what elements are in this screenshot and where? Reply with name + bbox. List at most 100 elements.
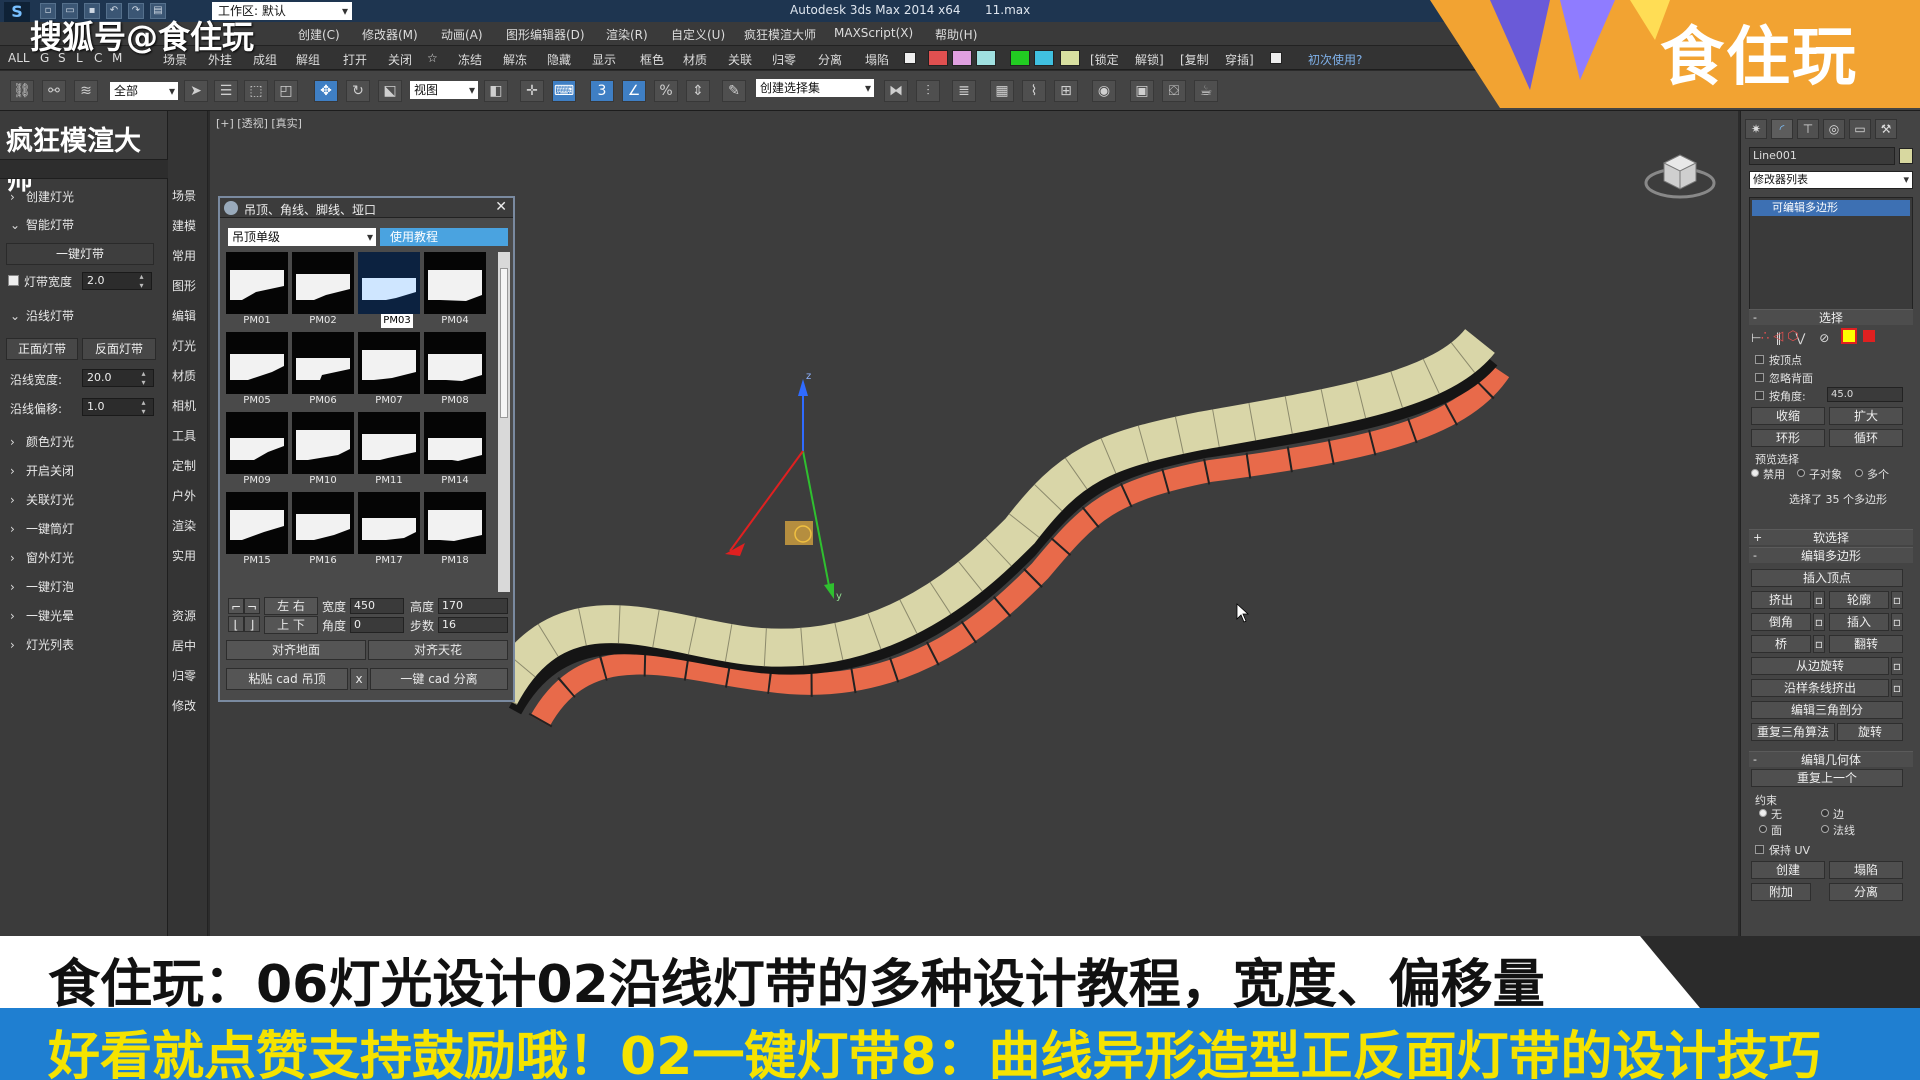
molding-profile-tile[interactable]: PM18 [424,492,486,568]
select-by-name-icon[interactable]: ☰ [214,80,238,102]
preview-multi-radio[interactable] [1855,469,1863,477]
corner-bl-icon[interactable]: ⌊ [228,616,244,632]
tb-copy[interactable]: [复制 [1180,51,1209,68]
percent-snap-icon[interactable]: % [654,80,678,102]
molding-profile-tile[interactable]: PM14 [424,412,486,488]
by-vertex-checkbox[interactable] [1755,355,1764,364]
color-swatch-5[interactable] [1034,50,1054,66]
menu-maxscript[interactable]: MAXScript(X) [834,26,913,40]
section-smart-strip[interactable]: ⌄ 智能灯带 [0,212,160,238]
tb-detach[interactable]: 分离 [818,51,842,68]
section-window-light[interactable]: › 窗外灯光 [0,545,160,571]
paste-cad-ceiling-button[interactable]: 粘贴 cad 吊顶 [226,668,348,690]
material-editor-icon[interactable]: ◉ [1092,80,1116,102]
profile-thumbnail[interactable] [226,252,288,314]
spinner-snap-icon[interactable]: ⇕ [686,80,710,102]
angle-spinner[interactable]: 0 [350,617,404,633]
category-shapes[interactable]: 图形 [172,277,196,294]
molding-profile-tile[interactable]: PM06 [292,332,354,408]
ignore-backface-checkbox[interactable] [1755,373,1764,382]
preview-disable-radio[interactable] [1751,469,1759,477]
width-spinner[interactable]: 450 [350,598,404,614]
profile-thumbnail[interactable] [226,492,288,554]
snap-toggle-icon[interactable]: 3 [590,80,614,102]
stack-item-editable-poly[interactable]: 可编辑多边形 [1752,200,1910,216]
bridge-button[interactable]: 桥 [1751,635,1811,653]
category-center[interactable]: 居中 [172,637,196,654]
polygon-level-icon[interactable] [1841,328,1857,344]
category-reset[interactable]: 归零 [172,667,196,684]
curve-editor-icon[interactable]: ⌇ [1022,80,1046,102]
category-modeling[interactable]: 建模 [172,217,196,234]
dialog-titlebar[interactable]: 吊顶、角线、脚线、垭口 ✕ [220,198,513,218]
tb-collapse[interactable]: 塌陷 [865,51,889,68]
molding-profile-tile[interactable]: PM04 [424,252,486,328]
profile-thumbnail[interactable] [292,492,354,554]
object-name-field[interactable]: Line001 [1749,147,1895,165]
keyboard-shortcut-icon[interactable]: ⌨ [552,80,576,102]
soft-selection-rollout-head[interactable]: + 软选择 [1749,529,1913,545]
outline-settings-icon[interactable]: ▫ [1891,591,1903,609]
tb-material[interactable]: 材质 [683,51,707,68]
extrude-settings-icon[interactable]: ▫ [1813,591,1825,609]
section-create-light[interactable]: › 创建灯光 [0,184,160,210]
menu-graph-editors[interactable]: 图形编辑器(D) [506,26,585,43]
molding-profile-tile[interactable]: PM11 [358,412,420,488]
first-use-link[interactable]: 初次使用? [1308,51,1362,68]
tb-star[interactable]: ☆ [427,51,438,65]
profile-thumbnail[interactable] [226,332,288,394]
category-material[interactable]: 材质 [172,367,196,384]
flip-button[interactable]: 翻转 [1829,635,1903,653]
preserve-uv-checkbox[interactable] [1755,845,1764,854]
profile-thumbnail[interactable] [358,252,420,314]
color-swatch-6[interactable] [1060,50,1080,66]
category-outdoor[interactable]: 户外 [172,487,196,504]
section-bulb[interactable]: › 一键灯泡 [0,574,160,600]
bevel-button[interactable]: 倒角 [1751,613,1811,631]
scrollbar-thumb[interactable] [500,268,508,418]
link-icon[interactable]: ⛓ [10,80,34,102]
angle-snap-icon[interactable]: ∠ [622,80,646,102]
color-swatch-1[interactable] [928,50,948,66]
turn-button[interactable]: 旋转 [1837,723,1903,741]
motion-tab-icon[interactable]: ◎ [1823,119,1845,139]
tb-ungroup[interactable]: 解组 [296,51,320,68]
tb-unfreeze[interactable]: 解冻 [503,51,527,68]
menu-create[interactable]: 创建(C) [298,26,340,43]
up-down-button[interactable]: 上 下 [264,616,318,634]
extrude-spline-settings-icon[interactable]: ▫ [1891,679,1903,697]
move-icon[interactable]: ✥ [314,80,338,102]
profile-thumbnail[interactable] [292,412,354,474]
category-edit[interactable]: 编辑 [172,307,196,324]
repeat-last-button[interactable]: 重复上一个 [1751,769,1903,787]
section-linked-light[interactable]: › 关联灯光 [0,487,160,513]
extrude-button[interactable]: 挤出 [1751,591,1811,609]
height-spinner[interactable]: 170 [438,598,508,614]
insert-vertex-button[interactable]: 插入顶点 [1751,569,1903,587]
back-strip-button[interactable]: 反面灯带 [82,338,156,360]
layer-manager-icon[interactable]: ≣ [952,80,976,102]
modifier-list-dropdown[interactable]: 修改器列表 [1749,171,1913,189]
tb-reset[interactable]: 归零 [772,51,796,68]
edit-named-sel-icon[interactable]: ✎ [722,80,746,102]
edit-triangulation-button[interactable]: 编辑三角剖分 [1751,701,1903,719]
color-swatch-white[interactable] [904,52,916,64]
rect-selection-icon[interactable]: ⬚ [244,80,268,102]
one-click-strip-button[interactable]: 一键灯带 [6,243,154,265]
category-utility[interactable]: 实用 [172,547,196,564]
corner-tr-icon[interactable]: ¬ [244,598,260,614]
menu-help[interactable]: 帮助(H) [935,26,977,43]
bevel-settings-icon[interactable]: ▫ [1813,613,1825,631]
molding-profile-tile[interactable]: PM15 [226,492,288,568]
color-swatch-2[interactable] [952,50,972,66]
corner-br-icon[interactable]: ⌋ [244,616,260,632]
tb-link[interactable]: 关联 [728,51,752,68]
color-swatch-4[interactable] [1010,50,1030,66]
separate-cad-button[interactable]: 一键 cad 分离 [370,668,508,690]
profile-thumbnail[interactable] [292,332,354,394]
create-tab-icon[interactable]: ✷ [1745,119,1767,139]
attach-button[interactable]: 附加 [1751,883,1811,901]
molding-profile-tile[interactable]: PM02 [292,252,354,328]
profile-grid-scrollbar[interactable] [498,252,510,592]
render-production-icon[interactable]: ☕ [1194,80,1218,102]
